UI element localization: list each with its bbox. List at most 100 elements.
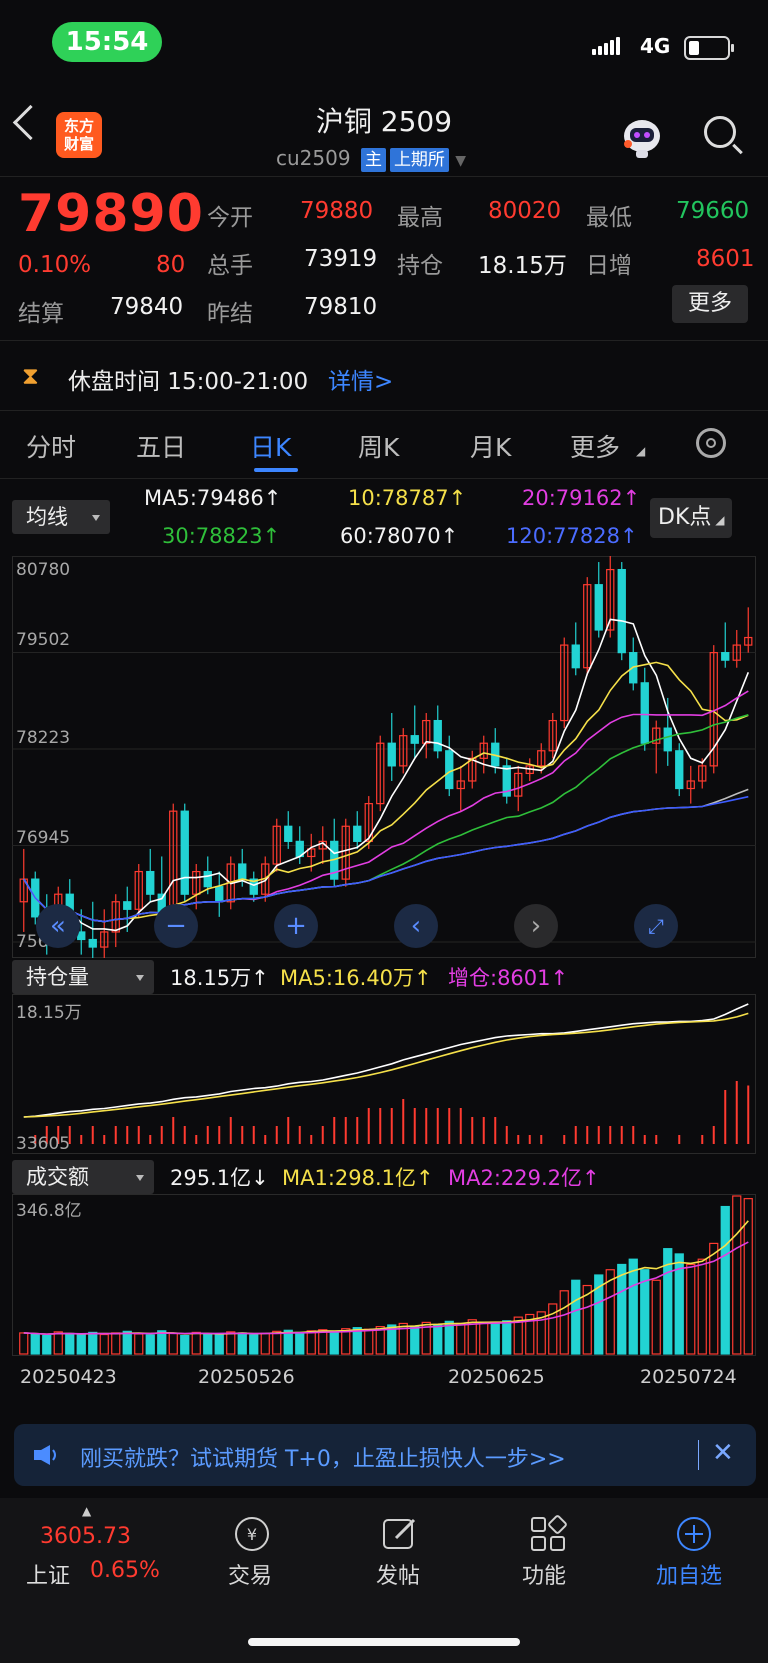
zoom-in-button[interactable]: + [274, 904, 318, 948]
search-icon[interactable] [704, 116, 736, 148]
amount-bar [559, 1290, 569, 1355]
low-value: 79660 [676, 198, 750, 224]
index-value[interactable]: 3605.73 [40, 1524, 131, 1549]
amount-bar [410, 1325, 420, 1355]
nav-add-watchlist[interactable]: 加自选 [656, 1558, 722, 1590]
x-date-label: 20250625 [448, 1366, 545, 1388]
daily-inc-label: 日增 [586, 253, 632, 279]
kline-chart[interactable] [12, 556, 756, 958]
amount-bar [686, 1263, 696, 1355]
trade-icon[interactable]: ¥ [232, 1514, 272, 1554]
amount-bar [203, 1333, 213, 1355]
position-selector[interactable]: 持仓量 [12, 960, 154, 994]
status-time: 15:54 [52, 22, 162, 62]
last-price: 79890 [18, 184, 204, 244]
candle-body [675, 750, 684, 790]
dropdown-icon: ▼ [455, 153, 467, 169]
position-ma5: MA5:16.40万↑ [280, 966, 432, 990]
scroll-left-fast-button[interactable]: « [36, 904, 80, 948]
contract-code: cu2509 [276, 146, 351, 170]
fullscreen-button[interactable]: ⤢ [634, 904, 678, 948]
amount-bar [720, 1205, 730, 1355]
candle-body [410, 735, 419, 744]
function-icon[interactable] [528, 1514, 568, 1554]
position-label: 持仓 [397, 253, 443, 279]
amount-bar [65, 1332, 75, 1355]
amount-bar [53, 1331, 63, 1355]
indicator-selector-label: 均线 [26, 505, 68, 529]
tab-daily-k[interactable]: 日K [250, 428, 291, 464]
candle-body [180, 810, 189, 895]
amount-bar [490, 1323, 500, 1355]
expand-icon[interactable]: ▲ [82, 1504, 91, 1518]
amount-bar [479, 1321, 489, 1355]
change-pct: 0.10% [18, 252, 92, 278]
more-dropdown-icon: ◢ [636, 444, 646, 458]
home-indicator [248, 1638, 520, 1646]
amount-selector[interactable]: 成交额 [12, 1160, 154, 1194]
promo-text[interactable]: 刚买就跌？试试期货 T+0，止盈止损快人一步>> [80, 1441, 566, 1473]
robot-assistant-icon[interactable] [618, 114, 666, 162]
tab-five-day[interactable]: 五日 [136, 428, 186, 464]
amount-bar [295, 1331, 305, 1355]
post-icon[interactable] [380, 1514, 420, 1554]
tab-monthly-k[interactable]: 月K [470, 428, 511, 464]
open-label: 今开 [207, 205, 253, 231]
amount-bar [364, 1328, 374, 1355]
contract-code-row[interactable]: cu2509 主上期所 ▼ [276, 146, 466, 172]
volume-label: 总手 [207, 253, 253, 279]
battery-icon [684, 36, 734, 60]
volume-value: 73919 [304, 246, 378, 272]
zoom-out-button[interactable]: − [154, 904, 198, 948]
amount-bar [272, 1330, 282, 1355]
amount-bar [42, 1334, 52, 1355]
daily-inc-value: 8601 [696, 246, 755, 272]
candle-body [215, 886, 224, 903]
amount-bar [88, 1331, 98, 1355]
scroll-right-button[interactable]: › [514, 904, 558, 948]
amount-bar [134, 1333, 144, 1355]
amount-axis-top: 346.8亿 [16, 1201, 82, 1221]
tab-intraday[interactable]: 分时 [26, 428, 76, 464]
nav-trade[interactable]: 交易 [228, 1558, 272, 1590]
index-change[interactable]: 0.65% [90, 1558, 160, 1583]
index-name[interactable]: 上证 [26, 1558, 70, 1590]
divider [0, 176, 768, 177]
amount-bar [226, 1331, 236, 1355]
amount-bar [214, 1333, 224, 1355]
amount-bar [180, 1334, 190, 1355]
ma120-value: 120:77828↑ [506, 524, 638, 548]
trading-break-notice: 休盘时间 15:00-21:00 [68, 369, 309, 395]
candle-body [640, 682, 649, 744]
nav-post[interactable]: 发帖 [376, 1558, 420, 1590]
y-tick-label: 78223 [16, 728, 71, 748]
amount-bar [433, 1323, 443, 1355]
amount-bar [306, 1330, 316, 1355]
amount-bar [617, 1263, 627, 1355]
ma20-value: 20:79162↑ [522, 486, 641, 510]
amount-bar [571, 1279, 581, 1355]
amount-bar [157, 1330, 167, 1355]
close-icon[interactable]: ✕ [712, 1438, 734, 1468]
more-quote-button[interactable]: 更多 [672, 285, 748, 323]
notice-detail-link[interactable]: 详情> [328, 362, 393, 396]
divider [0, 478, 768, 479]
dk-point-button[interactable]: DK点 ◢ [650, 498, 732, 538]
candle-body [617, 568, 626, 654]
scroll-left-button[interactable]: ‹ [394, 904, 438, 948]
candle-body [663, 727, 672, 752]
indicator-selector[interactable]: 均线 [12, 500, 110, 534]
high-value: 80020 [488, 198, 562, 224]
y-tick-label: 80780 [16, 560, 71, 580]
amount-ma2-line [23, 1241, 749, 1336]
add-watchlist-icon[interactable] [674, 1514, 714, 1554]
tab-weekly-k[interactable]: 周K [358, 428, 399, 464]
network-type: 4G [640, 34, 671, 58]
amount-bar [122, 1330, 132, 1355]
tab-more[interactable]: 更多 [570, 428, 620, 464]
settings-icon[interactable] [696, 428, 726, 458]
nav-function[interactable]: 功能 [522, 1558, 566, 1590]
active-tab-indicator [254, 468, 298, 472]
amount-bar [329, 1331, 339, 1355]
svg-text:¥: ¥ [247, 1525, 257, 1544]
